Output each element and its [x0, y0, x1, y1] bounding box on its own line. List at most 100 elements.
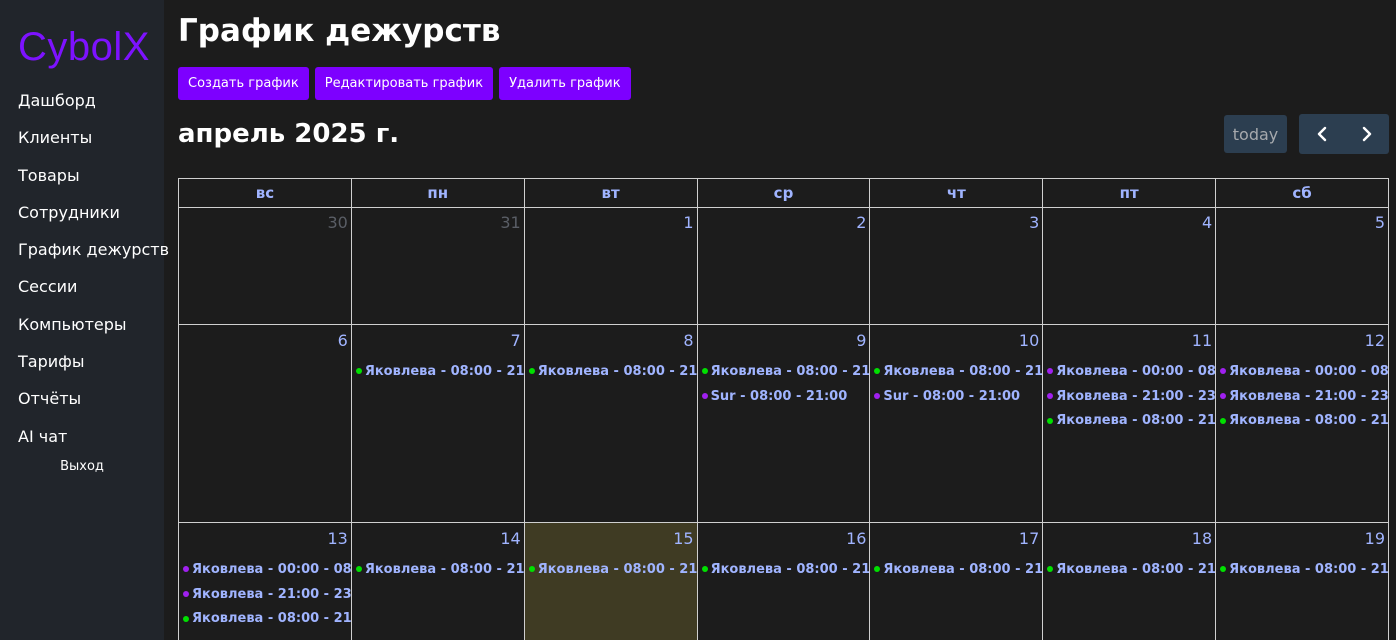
duty-event[interactable]: Яковлева - 08:00 - 21:00 — [1220, 557, 1388, 582]
duty-event[interactable]: Яковлева - 21:00 - 23:59 — [1220, 384, 1388, 409]
event-title: Яковлева - 08:00 - 21:00 — [364, 363, 524, 379]
duty-event[interactable]: Яковлева - 00:00 - 08:00 — [183, 557, 351, 582]
event-title: Sur - 08:00 - 21:00 — [710, 388, 848, 404]
event-list: Яковлева - 08:00 - 21:00 — [1220, 557, 1388, 582]
duty-event[interactable]: Яковлева - 08:00 - 21:00 — [701, 557, 869, 582]
day-cell-today[interactable]: 15 Яковлева - 08:00 - 21:00 — [524, 523, 698, 640]
sidebar-item-reports[interactable]: Отчёты — [0, 380, 164, 417]
day-cell[interactable]: 8 Яковлева - 08:00 - 21:00 — [524, 325, 698, 523]
day-cell[interactable]: 31 — [351, 207, 525, 325]
event-title: Яковлева - 08:00 - 21:00 — [364, 561, 524, 577]
sidebar-item-ai-chat[interactable]: AI чат — [0, 418, 164, 455]
duty-event[interactable]: Яковлева - 21:00 - 23:59 — [1047, 384, 1215, 409]
duty-event[interactable]: Яковлева - 08:00 - 21:00 — [1220, 408, 1388, 433]
day-number[interactable]: 16 — [846, 529, 866, 548]
sidebar-item-tariffs[interactable]: Тарифы — [0, 343, 164, 380]
day-number[interactable]: 2 — [856, 213, 866, 232]
duty-event[interactable]: Sur - 08:00 - 21:00 — [701, 384, 870, 409]
duty-event[interactable]: Яковлева - 08:00 - 21:00 — [1047, 557, 1215, 582]
event-list: Яковлева - 08:00 - 21:00 — [355, 557, 524, 582]
day-number[interactable]: 18 — [1192, 529, 1212, 548]
day-cell[interactable]: 4 — [1043, 207, 1217, 325]
day-cell[interactable]: 19 Яковлева - 08:00 - 21:00 — [1216, 523, 1389, 640]
event-title: Яковлева - 08:00 - 21:00 — [1056, 561, 1216, 577]
day-cell[interactable]: 14 Яковлева - 08:00 - 21:00 — [352, 523, 525, 640]
duty-event[interactable]: Яковлева - 08:00 - 21:00 — [528, 557, 697, 582]
day-cell[interactable]: 7 Яковлева - 08:00 - 21:00 — [351, 325, 525, 523]
day-number[interactable]: 1 — [683, 213, 693, 232]
weekday-header: вс пн вт ср чт пт сб — [179, 179, 1389, 208]
event-dot-icon — [1047, 368, 1054, 375]
event-title: Яковлева - 08:00 - 21:00 — [192, 611, 351, 627]
day-number[interactable]: 6 — [338, 331, 348, 350]
weekday-label: ср — [697, 179, 871, 208]
calendar-grid: вс пн вт ср чт пт сб 30 31 1 2 3 4 5 6 7 Яковлева - 08:… — [178, 178, 1389, 640]
prev-next-group — [1299, 114, 1389, 154]
event-list: Яковлева - 08:00 - 21:00 Sur - 08:00 - 21… — [701, 359, 870, 409]
page-title: График дежурств — [178, 13, 501, 49]
sidebar-item-computers[interactable]: Компьютеры — [0, 306, 164, 343]
sidebar-item-clients[interactable]: Клиенты — [0, 119, 164, 156]
day-number[interactable]: 4 — [1202, 213, 1212, 232]
duty-event[interactable]: Яковлева - 21:00 - 23:59 — [183, 582, 351, 607]
day-number[interactable]: 10 — [1019, 331, 1039, 350]
logout-link[interactable]: Выход — [0, 459, 164, 474]
duty-event[interactable]: Яковлева - 08:00 - 21:00 — [701, 359, 869, 384]
sidebar-item-schedule[interactable]: График дежурств — [0, 231, 169, 268]
day-cell[interactable]: 1 — [524, 207, 698, 325]
event-dot-icon — [183, 566, 189, 573]
day-number[interactable]: 31 — [500, 213, 520, 232]
day-cell[interactable]: 6 — [179, 325, 352, 523]
delete-schedule-button[interactable]: Удалить график — [499, 67, 631, 100]
day-cell[interactable]: 10 Яковлева - 08:00 - 21:00 Sur - 08:00 - … — [870, 325, 1044, 523]
logo: CybolX — [18, 25, 150, 69]
event-list: Яковлева - 08:00 - 21:00 — [528, 557, 697, 582]
day-number[interactable]: 14 — [500, 529, 520, 548]
duty-event[interactable]: Sur - 08:00 - 21:00 — [874, 384, 1042, 409]
day-cell[interactable]: 3 — [870, 207, 1044, 325]
duty-event[interactable]: Яковлева - 08:00 - 21:00 — [183, 606, 351, 631]
day-number[interactable]: 8 — [683, 331, 693, 350]
day-cell[interactable]: 12 Яковлева - 00:00 - 08:00 Яковлева - 21:… — [1216, 325, 1389, 523]
day-number[interactable]: 5 — [1375, 213, 1385, 232]
event-dot-icon — [183, 591, 189, 598]
day-number[interactable]: 9 — [856, 331, 866, 350]
day-cell[interactable]: 9 Яковлева - 08:00 - 21:00 Sur - 08:00 - 2… — [697, 325, 871, 523]
day-number[interactable]: 3 — [1029, 213, 1039, 232]
day-number[interactable]: 19 — [1365, 529, 1385, 548]
day-number[interactable]: 30 — [327, 213, 347, 232]
duty-event[interactable]: Яковлева - 08:00 - 21:00 — [355, 557, 524, 582]
event-list: Яковлева - 00:00 - 08:00 Яковлева - 21:00… — [1220, 359, 1388, 433]
day-cell[interactable]: 18 Яковлева - 08:00 - 21:00 — [1043, 523, 1217, 640]
day-cell[interactable]: 16 Яковлева - 08:00 - 21:00 — [698, 523, 871, 640]
day-number[interactable]: 15 — [673, 529, 693, 548]
day-number[interactable]: 12 — [1365, 331, 1385, 350]
day-cell[interactable]: 2 — [697, 207, 871, 325]
sidebar-item-products[interactable]: Товары — [0, 157, 164, 194]
sidebar-item-dashboard[interactable]: Дашборд — [0, 82, 164, 119]
duty-event[interactable]: Яковлева - 00:00 - 08:00 — [1220, 359, 1388, 384]
day-number[interactable]: 17 — [1019, 529, 1039, 548]
day-cell[interactable]: 30 — [179, 207, 352, 325]
edit-schedule-button[interactable]: Редактировать график — [314, 67, 494, 100]
sidebar-item-sessions[interactable]: Сессии — [0, 268, 164, 305]
duty-event[interactable]: Яковлева - 08:00 - 21:00 — [355, 359, 524, 384]
prev-month-button[interactable] — [1299, 114, 1344, 154]
next-month-button[interactable] — [1344, 114, 1389, 154]
duty-event[interactable]: Яковлева - 08:00 - 21:00 — [528, 359, 697, 384]
day-cell[interactable]: 5 — [1216, 207, 1389, 325]
duty-event[interactable]: Яковлева - 08:00 - 21:00 — [1047, 408, 1215, 433]
day-number[interactable]: 13 — [327, 529, 347, 548]
event-list: Яковлева - 08:00 - 21:00 — [528, 359, 697, 384]
today-button[interactable]: today — [1224, 115, 1287, 153]
duty-event[interactable]: Яковлева - 08:00 - 21:00 — [874, 359, 1042, 384]
create-schedule-button[interactable]: Создать график — [178, 67, 309, 100]
day-number[interactable]: 11 — [1192, 331, 1212, 350]
day-number[interactable]: 7 — [511, 331, 521, 350]
sidebar-item-employees[interactable]: Сотрудники — [0, 194, 164, 231]
day-cell[interactable]: 17 Яковлева - 08:00 - 21:00 — [870, 523, 1044, 640]
day-cell[interactable]: 11 Яковлева - 00:00 - 08:00 Яковлева - 21:… — [1043, 325, 1217, 523]
duty-event[interactable]: Яковлева - 00:00 - 08:00 — [1047, 359, 1215, 384]
day-cell[interactable]: 13 Яковлева - 00:00 - 08:00 Яковлева - 21:… — [179, 523, 352, 640]
duty-event[interactable]: Яковлева - 08:00 - 21:00 — [874, 557, 1042, 582]
